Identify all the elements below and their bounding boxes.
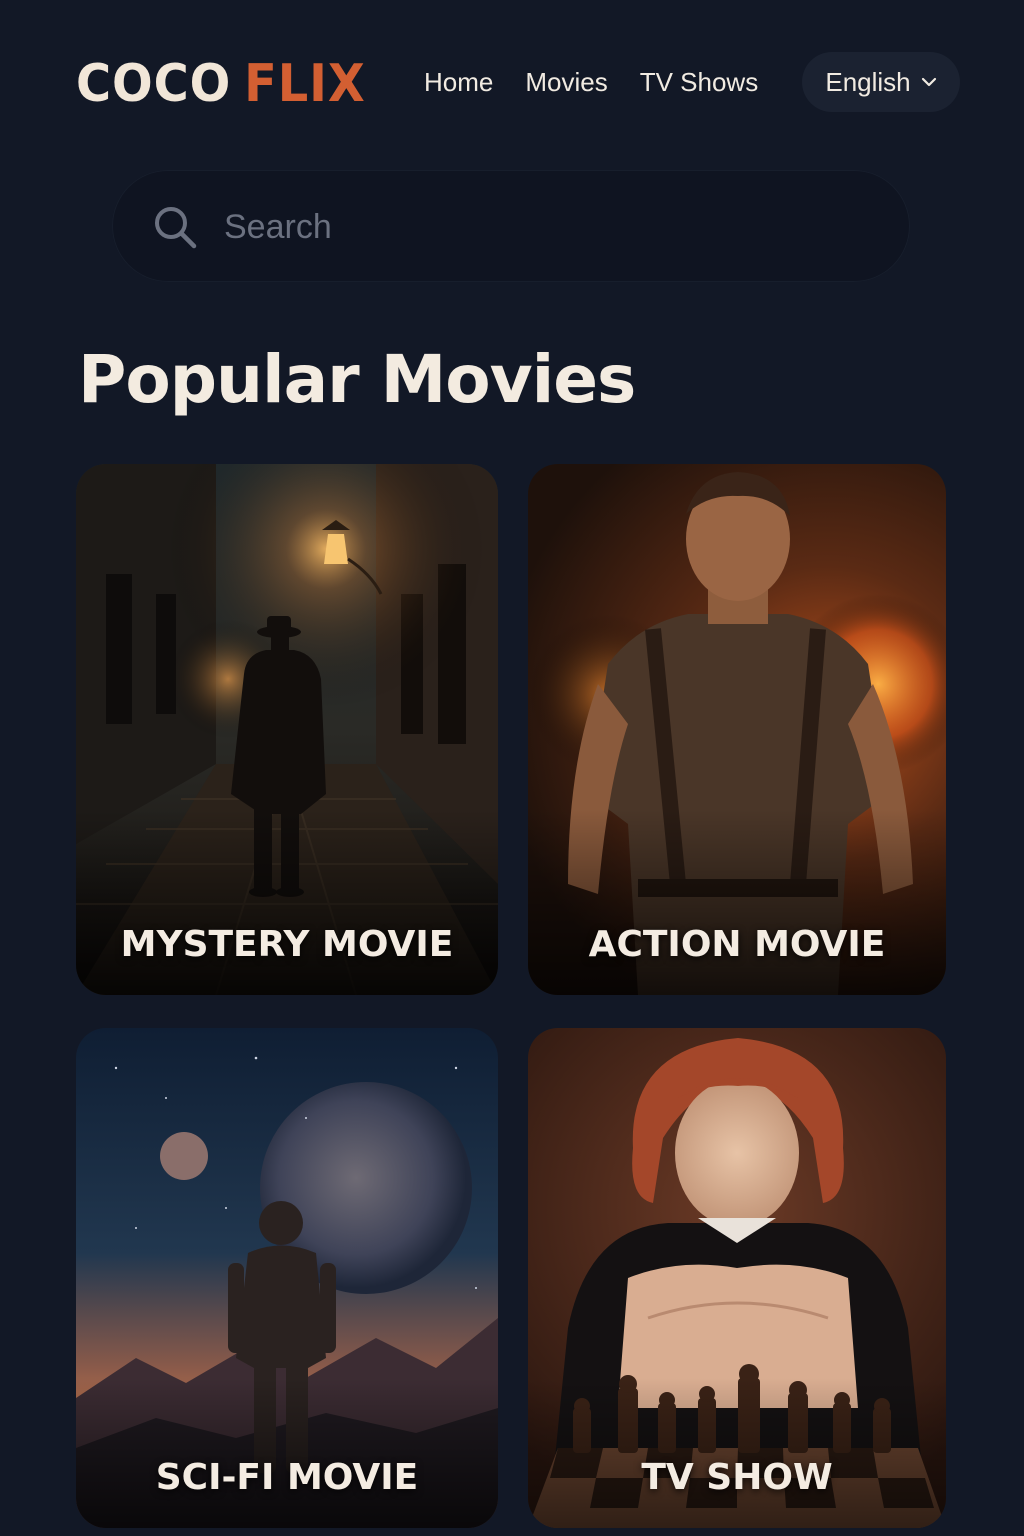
site-logo[interactable]: COCO FLIX [76,52,366,116]
logo-text-accent: FLIX [244,54,366,114]
movie-card-sci-fi[interactable]: SCI-FI MOVIE [76,1028,498,1528]
action-poster-image [528,464,946,995]
mystery-poster-image [76,464,498,995]
section-title: Popular Movies [78,341,636,418]
search-input[interactable] [222,196,866,258]
language-label: English [825,66,911,97]
tv-show-poster-image [528,1028,946,1528]
top-header: COCO FLIX Home Movies TV Shows English [0,0,1024,160]
card-title-mystery: MYSTERY MOVIE [120,924,454,965]
main-nav: Home Movies TV Shows [424,64,758,100]
sci-fi-poster-image [76,1028,498,1528]
chevron-down-icon [921,77,936,87]
search-icon[interactable] [152,204,198,250]
card-title-action: ACTION MOVIE [588,924,886,965]
movie-card-mystery[interactable]: MYSTERY MOVIE [76,464,498,995]
nav-movies[interactable]: Movies [525,64,607,100]
movie-card-action[interactable]: ACTION MOVIE [528,464,946,995]
card-title-sci-fi: SCI-FI MOVIE [155,1457,419,1498]
card-title-tv-show: TV SHOW [641,1457,833,1498]
nav-home[interactable]: Home [424,64,493,100]
logo-text-primary: COCO [76,54,232,114]
language-selector[interactable]: English [802,52,960,112]
nav-tv-shows[interactable]: TV Shows [640,64,759,100]
movie-card-tv-show[interactable]: TV SHOW [528,1028,946,1528]
